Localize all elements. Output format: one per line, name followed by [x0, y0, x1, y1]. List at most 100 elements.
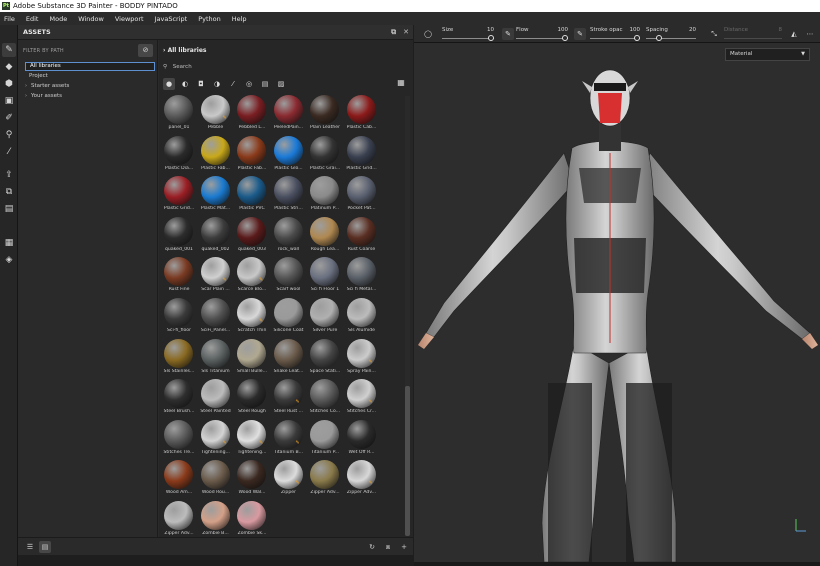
assets-scrollbar[interactable]: [405, 96, 410, 536]
bake-icon[interactable]: ⇪: [2, 168, 16, 182]
asset-thumbnail[interactable]: ✎ Tightening...: [198, 419, 234, 459]
smart-mask-filter-icon[interactable]: ◘: [195, 78, 207, 90]
clone-icon[interactable]: ⚲: [2, 128, 16, 142]
undock-icon[interactable]: ⧉: [391, 28, 396, 37]
asset-thumbnail[interactable]: Snake Leat...: [271, 338, 307, 378]
smudge-icon[interactable]: ✐: [2, 111, 16, 125]
stroke-opacity-knob[interactable]: [634, 35, 640, 41]
asset-thumbnail[interactable]: Stitches Tre...: [161, 419, 197, 459]
picker-icon[interactable]: ⁄: [2, 145, 16, 159]
asset-thumbnail[interactable]: Stitches Co...: [307, 378, 343, 418]
asset-thumbnail[interactable]: Sci fi Metal...: [344, 256, 380, 296]
material-filter-icon[interactable]: ●: [163, 77, 175, 90]
size-slider[interactable]: Size 10: [442, 26, 494, 42]
asset-thumbnail[interactable]: Plastic Glo...: [271, 135, 307, 175]
asset-thumbnail[interactable]: Zombie Sk...: [234, 500, 270, 540]
asset-thumbnail[interactable]: Pebbled L...: [234, 94, 270, 134]
environment-filter-icon[interactable]: ▨: [275, 78, 287, 90]
asset-thumbnail[interactable]: ✎ Steel Rust ...: [271, 378, 307, 418]
close-icon[interactable]: ✕: [403, 28, 409, 37]
symmetry-icon[interactable]: ◭: [788, 28, 800, 40]
asset-thumbnail[interactable]: Platinum P...: [307, 175, 343, 215]
asset-thumbnail[interactable]: PeeledPain...: [271, 94, 307, 134]
display-icon[interactable]: ◈: [2, 253, 16, 267]
asset-thumbnail[interactable]: Plastic Grid...: [344, 135, 380, 175]
stroke-opacity-slider[interactable]: Stroke opac 100: [590, 26, 640, 42]
asset-thumbnail[interactable]: Plastic Fab...: [234, 135, 270, 175]
tree-item-all-libraries[interactable]: All libraries: [25, 62, 155, 71]
asset-thumbnail[interactable]: ✎ Spray Pain...: [344, 338, 380, 378]
asset-thumbnail[interactable]: quaked_002: [198, 216, 234, 256]
menu-edit[interactable]: Edit: [26, 15, 39, 23]
asset-thumbnail[interactable]: quaked_001: [161, 216, 197, 256]
brush-filter-icon[interactable]: ⁄: [227, 78, 239, 90]
asset-thumbnail[interactable]: Scarf wool: [271, 256, 307, 296]
add-icon[interactable]: +: [398, 541, 410, 553]
asset-thumbnail[interactable]: Plastic Mat...: [198, 175, 234, 215]
asset-thumbnail[interactable]: ✎ Scarce Blo...: [234, 256, 270, 296]
asset-thumbnail[interactable]: Rough Lea...: [307, 216, 343, 256]
flow-knob[interactable]: [562, 35, 568, 41]
asset-thumbnail[interactable]: Sci-fi_floor: [161, 297, 197, 337]
menu-javascript[interactable]: JavaScript: [155, 15, 188, 23]
asset-thumbnail[interactable]: Plastic Grid...: [161, 175, 197, 215]
asset-thumbnail[interactable]: ✎ Scratch Thin: [234, 297, 270, 337]
asset-thumbnail[interactable]: Sls Stainles...: [161, 338, 197, 378]
brush-preset-icon[interactable]: ◯: [422, 28, 434, 40]
paint-brush-icon[interactable]: ✎: [2, 43, 16, 57]
asset-thumbnail[interactable]: rock_wall: [271, 216, 307, 256]
particle-filter-icon[interactable]: ◎: [243, 78, 255, 90]
3d-viewport[interactable]: Material ▼: [414, 43, 820, 562]
asset-thumbnail[interactable]: Zipper Adv...: [307, 459, 343, 499]
asset-thumbnail[interactable]: Small Bulle...: [234, 338, 270, 378]
asset-thumbnail[interactable]: quaked_003: [234, 216, 270, 256]
search-input[interactable]: ⚲ Search: [163, 61, 409, 73]
eraser-icon[interactable]: ◆: [2, 60, 16, 74]
asset-thumbnail[interactable]: Zombie B...: [198, 500, 234, 540]
asset-thumbnail[interactable]: SciFi_Panel...: [198, 297, 234, 337]
asset-thumbnail[interactable]: Steel Painted: [198, 378, 234, 418]
export-icon[interactable]: ▦: [2, 236, 16, 250]
filter-icon[interactable]: ◑: [211, 78, 223, 90]
asset-thumbnail[interactable]: ✎ Zipper Adv...: [344, 459, 380, 499]
asset-thumbnail[interactable]: Plain Leather: [307, 94, 343, 134]
asset-thumbnail[interactable]: ✎ Scar Plain ...: [198, 256, 234, 296]
asset-thumbnail[interactable]: Plastic Fab...: [198, 135, 234, 175]
asset-thumbnail[interactable]: panel_01: [161, 94, 197, 134]
asset-thumbnail[interactable]: Space Stati...: [307, 338, 343, 378]
asset-thumbnail[interactable]: ✎ Stitches Cr...: [344, 378, 380, 418]
menu-file[interactable]: File: [4, 15, 15, 23]
pen-pressure-icon[interactable]: ✎: [502, 28, 514, 40]
asset-thumbnail[interactable]: Rust Fine: [161, 256, 197, 296]
menu-mode[interactable]: Mode: [49, 15, 67, 23]
tree-item-your-assets[interactable]: › Your assets: [25, 92, 155, 101]
asset-thumbnail[interactable]: Wood Wal...: [234, 459, 270, 499]
asset-thumbnail[interactable]: Plastic Grai...: [307, 135, 343, 175]
asset-thumbnail[interactable]: Wood Rou...: [198, 459, 234, 499]
scrollbar-thumb[interactable]: [405, 386, 410, 536]
asset-thumbnail[interactable]: ✎ Tightening...: [234, 419, 270, 459]
asset-thumbnail[interactable]: Plastic PVC: [234, 175, 270, 215]
asset-thumbnail[interactable]: Sls Alumide: [344, 297, 380, 337]
asset-thumbnail[interactable]: Plastic Cab...: [344, 94, 380, 134]
asset-thumbnail[interactable]: Rust Coarse: [344, 216, 380, 256]
spacing-knob[interactable]: [656, 35, 662, 41]
asset-thumbnail[interactable]: Plastic Dia...: [161, 135, 197, 175]
asset-thumbnail[interactable]: Steel Brush...: [161, 378, 197, 418]
refresh-icon[interactable]: ↻: [366, 541, 378, 553]
menu-window[interactable]: Window: [78, 15, 104, 23]
asset-thumbnail[interactable]: Silicone Coat: [271, 297, 307, 337]
tree-item-starter-assets[interactable]: › Starter assets: [25, 82, 155, 91]
asset-thumbnail[interactable]: ✎ Pebble: [198, 94, 234, 134]
asset-thumbnail[interactable]: Pocket Pat...: [344, 175, 380, 215]
asset-thumbnail[interactable]: ✎ Titanium B...: [271, 419, 307, 459]
grid-view-icon[interactable]: ▦: [395, 77, 407, 89]
list-view-icon[interactable]: ☰: [24, 541, 36, 553]
asset-thumbnail[interactable]: Sls Titanium: [198, 338, 234, 378]
asset-thumbnail[interactable]: Steel Rough: [234, 378, 270, 418]
import-icon[interactable]: ⧈: [382, 541, 394, 553]
flow-slider[interactable]: Flow 100: [516, 26, 568, 42]
filter-visibility-icon[interactable]: ⊘: [138, 44, 153, 57]
asset-thumbnail[interactable]: Wet Off R...: [344, 419, 380, 459]
asset-thumbnail[interactable]: Wood Am...: [161, 459, 197, 499]
